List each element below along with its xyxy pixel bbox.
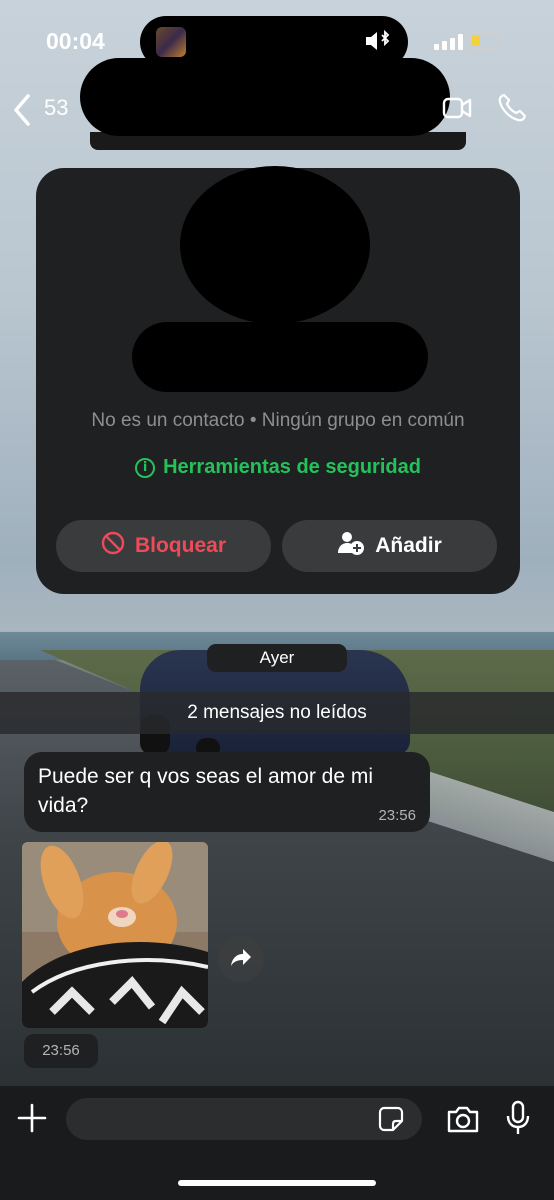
video-call-icon[interactable] bbox=[442, 94, 472, 122]
chevron-left-icon[interactable] bbox=[12, 90, 32, 130]
image-timestamp: 23:56 bbox=[24, 1034, 98, 1068]
forward-icon bbox=[230, 947, 252, 972]
unread-messages-banner: 2 mensajes no leídos bbox=[0, 692, 554, 734]
battery-icon bbox=[468, 31, 506, 50]
add-label: Añadir bbox=[375, 534, 442, 557]
microphone-icon[interactable] bbox=[504, 1100, 532, 1136]
forward-button[interactable] bbox=[218, 936, 264, 982]
cat-photo bbox=[22, 842, 208, 1028]
message-timestamp: 23:56 bbox=[378, 807, 416, 824]
info-icon: i bbox=[135, 457, 156, 478]
security-tools-link[interactable]: i Herramientas de seguridad bbox=[36, 456, 520, 479]
security-tools-label: Herramientas de seguridad bbox=[163, 456, 421, 478]
home-indicator bbox=[178, 1180, 376, 1186]
redacted-contact-title bbox=[132, 322, 428, 392]
block-button[interactable]: Bloquear bbox=[56, 520, 271, 572]
sticker-icon[interactable] bbox=[378, 1106, 404, 1132]
unread-chats-count[interactable]: 53 bbox=[44, 95, 68, 121]
chat-header: 53 bbox=[0, 58, 554, 150]
plus-icon[interactable] bbox=[16, 1102, 48, 1134]
incoming-image-message[interactable] bbox=[22, 842, 208, 1028]
redacted-contact-name[interactable] bbox=[80, 58, 450, 136]
date-separator: Ayer bbox=[207, 644, 347, 672]
message-input[interactable] bbox=[66, 1098, 422, 1140]
add-contact-button[interactable]: Añadir bbox=[282, 520, 497, 572]
contact-info-card: No es un contacto • Ningún grupo en comú… bbox=[36, 166, 520, 594]
message-text: Puede ser q vos seas el amor de mi vida? bbox=[38, 765, 373, 817]
bluetooth-audio-icon bbox=[364, 28, 392, 60]
incoming-message-bubble[interactable]: Puede ser q vos seas el amor de mi vida?… bbox=[24, 752, 430, 832]
redacted-avatar bbox=[180, 166, 370, 324]
block-label: Bloquear bbox=[134, 534, 226, 557]
cellular-signal-icon bbox=[434, 34, 464, 50]
contact-status-text: No es un contacto • Ningún grupo en comú… bbox=[91, 410, 465, 431]
block-icon bbox=[101, 531, 125, 561]
status-time: 00:04 bbox=[46, 28, 105, 54]
message-input-bar bbox=[0, 1086, 554, 1200]
add-contact-icon bbox=[337, 530, 365, 562]
camera-icon[interactable] bbox=[446, 1104, 480, 1134]
phone-icon[interactable] bbox=[496, 92, 528, 124]
now-playing-artwork bbox=[156, 27, 186, 57]
